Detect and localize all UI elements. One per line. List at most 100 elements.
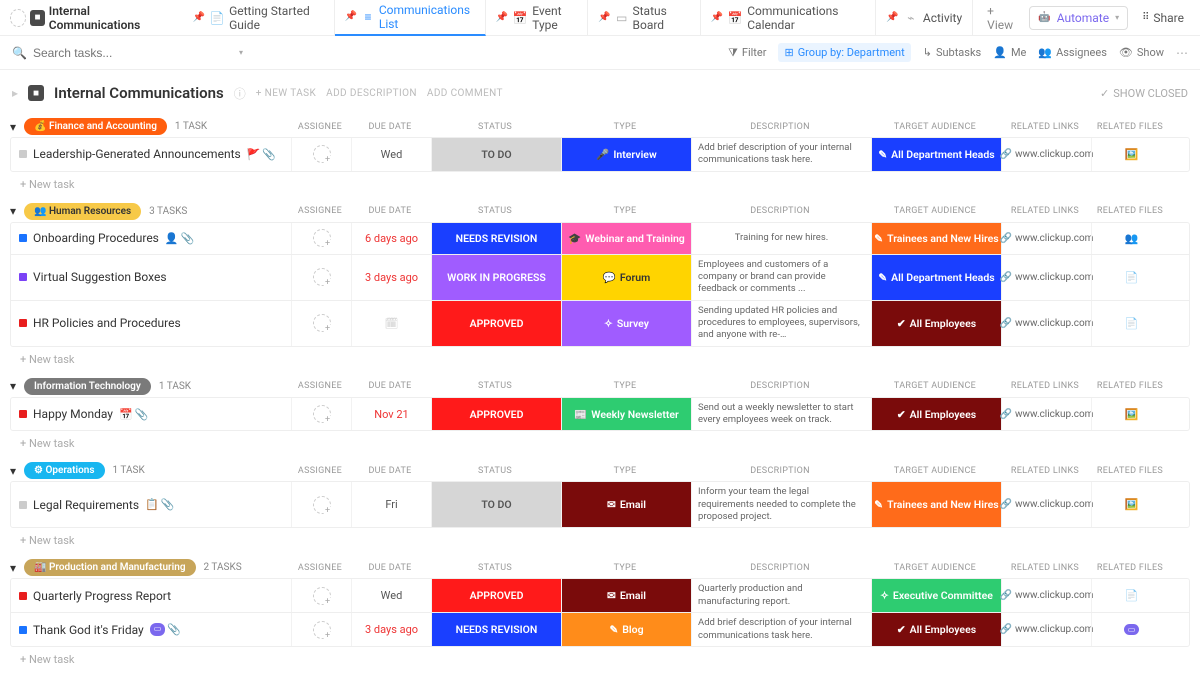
related-link[interactable]: 🔗www.clickup.com [1001, 482, 1091, 527]
status-square[interactable] [19, 319, 27, 327]
collapse-group-icon[interactable]: ▾ [10, 379, 16, 393]
chevron-down-icon[interactable]: ▾ [239, 48, 243, 57]
view-tab[interactable]: 📌≡Communications List [335, 0, 486, 36]
new-task-button[interactable]: + New task [10, 172, 1190, 197]
type-pill[interactable]: ✧ Survey [562, 301, 691, 346]
table-row[interactable]: HR Policies and Procedures 🗓 APPROVED ✧ … [11, 301, 1189, 346]
assignees-button[interactable]: 👥Assignees [1038, 46, 1107, 59]
related-link[interactable]: 🔗www.clickup.com [1001, 301, 1091, 346]
related-link[interactable]: 🔗www.clickup.com [1001, 138, 1091, 171]
add-description-button[interactable]: ADD DESCRIPTION [326, 88, 417, 99]
due-date[interactable]: Nov 21 [351, 398, 431, 431]
related-link[interactable]: 🔗www.clickup.com [1001, 579, 1091, 612]
type-pill[interactable]: ✉ Email [562, 579, 691, 612]
search-input[interactable] [33, 46, 233, 60]
status-pill[interactable]: TO DO [432, 482, 561, 527]
audience-pill[interactable]: ✎ Trainees and New Hires [872, 482, 1001, 527]
task-name[interactable]: Leadership-Generated Announcements [33, 147, 241, 161]
assignee-avatar[interactable] [313, 314, 331, 332]
task-name[interactable]: HR Policies and Procedures [33, 316, 181, 330]
file-icon[interactable]: 📄 [1125, 317, 1139, 330]
status-square[interactable] [19, 150, 27, 158]
show-button[interactable]: 👁Show [1119, 46, 1164, 59]
task-name[interactable]: Onboarding Procedures [33, 231, 159, 245]
table-row[interactable]: Onboarding Procedures 👤📎 6 days ago NEED… [11, 223, 1189, 255]
audience-pill[interactable]: ✎ All Department Heads [872, 138, 1001, 171]
due-date[interactable]: 🗓 [351, 301, 431, 346]
file-icon[interactable]: 📄 [1125, 271, 1139, 284]
table-row[interactable]: Thank God it's Friday ▭📎 3 days ago NEED… [11, 613, 1189, 646]
add-comment-button[interactable]: ADD COMMENT [427, 88, 503, 99]
new-task-button[interactable]: + New task [10, 347, 1190, 372]
new-task-button[interactable]: + New task [10, 431, 1190, 456]
view-tab[interactable]: 📌▭Status Board [588, 0, 700, 36]
status-pill[interactable]: APPROVED [432, 301, 561, 346]
task-name[interactable]: Happy Monday [33, 407, 113, 421]
group-pill[interactable]: ⚙ Operations [24, 462, 105, 479]
view-tab[interactable]: 📌⌁Activity [876, 0, 973, 36]
show-closed-button[interactable]: ✓SHOW CLOSED [1100, 87, 1188, 100]
new-task-button[interactable]: + New task [10, 528, 1190, 553]
file-icon[interactable]: 🖼️ [1125, 408, 1139, 421]
view-tab[interactable]: 📌📄Getting Started Guide [183, 0, 335, 36]
group-by-button[interactable]: ⊞Group by: Department [778, 43, 910, 62]
due-date[interactable]: Wed [351, 138, 431, 171]
related-link[interactable]: 🔗www.clickup.com [1001, 398, 1091, 431]
task-name[interactable]: Legal Requirements [33, 498, 139, 512]
table-row[interactable]: Legal Requirements 📋📎 Fri TO DO ✉ Email … [11, 482, 1189, 527]
assignee-avatar[interactable] [313, 405, 331, 423]
view-tab[interactable]: 📌📅Event Type [486, 0, 589, 36]
related-link[interactable]: 🔗www.clickup.com [1001, 613, 1091, 646]
type-pill[interactable]: ✎ Blog [562, 613, 691, 646]
assignee-avatar[interactable] [313, 229, 331, 247]
related-link[interactable]: 🔗www.clickup.com [1001, 223, 1091, 254]
due-date[interactable]: Wed [351, 579, 431, 612]
status-pill[interactable]: APPROVED [432, 398, 561, 431]
table-row[interactable]: Leadership-Generated Announcements 🚩📎 We… [11, 138, 1189, 171]
type-pill[interactable]: 🎓 Webinar and Training [562, 223, 691, 254]
table-row[interactable]: Happy Monday 📅📎 Nov 21 APPROVED 📰 Weekly… [11, 398, 1189, 431]
info-icon[interactable]: ⓘ [234, 85, 246, 102]
group-pill[interactable]: 🏭 Production and Manufacturing [24, 559, 196, 576]
collapse-group-icon[interactable]: ▾ [10, 464, 16, 478]
task-name[interactable]: Quarterly Progress Report [33, 589, 171, 603]
status-square[interactable] [19, 410, 27, 418]
filter-button[interactable]: ⧩Filter [728, 46, 766, 60]
status-square[interactable] [19, 626, 27, 634]
audience-pill[interactable]: ✔ All Employees [872, 301, 1001, 346]
group-pill[interactable]: 👥 Human Resources [24, 203, 141, 220]
group-pill[interactable]: Information Technology [24, 378, 151, 395]
status-pill[interactable]: APPROVED [432, 579, 561, 612]
assignee-avatar[interactable] [313, 621, 331, 639]
add-view-button[interactable]: + View [977, 0, 1029, 36]
task-name[interactable]: Virtual Suggestion Boxes [33, 270, 167, 284]
due-date[interactable]: 3 days ago [351, 613, 431, 646]
me-button[interactable]: 👤Me [993, 46, 1026, 59]
type-pill[interactable]: 📰 Weekly Newsletter [562, 398, 691, 431]
group-pill[interactable]: 💰 Finance and Accounting [24, 118, 167, 135]
audience-pill[interactable]: ✎ Trainees and New Hires [872, 223, 1001, 254]
status-pill[interactable]: TO DO [432, 138, 561, 171]
audience-pill[interactable]: ✔ All Employees [872, 613, 1001, 646]
file-icon[interactable]: 🖼️ [1125, 148, 1139, 161]
subtasks-button[interactable]: ↳Subtasks [923, 46, 982, 59]
audience-pill[interactable]: ✔ All Employees [872, 398, 1001, 431]
table-row[interactable]: Virtual Suggestion Boxes 3 days ago WORK… [11, 255, 1189, 301]
status-square[interactable] [19, 501, 27, 509]
audience-pill[interactable]: ✎ All Department Heads [872, 255, 1001, 300]
file-icon[interactable]: 📄 [1125, 589, 1139, 602]
view-tab[interactable]: 📌📅Communications Calendar [701, 0, 877, 36]
collapse-icon[interactable]: ▸ [12, 86, 18, 100]
status-pill[interactable]: WORK IN PROGRESS [432, 255, 561, 300]
file-icon[interactable]: 👥 [1125, 232, 1139, 245]
calendar-icon[interactable]: 🗓 [385, 317, 399, 330]
file-icon[interactable]: 🖼️ [1125, 498, 1139, 511]
table-row[interactable]: Quarterly Progress Report Wed APPROVED ✉… [11, 579, 1189, 613]
status-pill[interactable]: NEEDS REVISION [432, 223, 561, 254]
audience-pill[interactable]: ✧ Executive Committee [872, 579, 1001, 612]
due-date[interactable]: 3 days ago [351, 255, 431, 300]
status-square[interactable] [19, 273, 27, 281]
share-button[interactable]: ⠿ Share [1136, 7, 1190, 29]
due-date[interactable]: 6 days ago [351, 223, 431, 254]
new-task-button[interactable]: + NEW TASK [256, 88, 316, 99]
